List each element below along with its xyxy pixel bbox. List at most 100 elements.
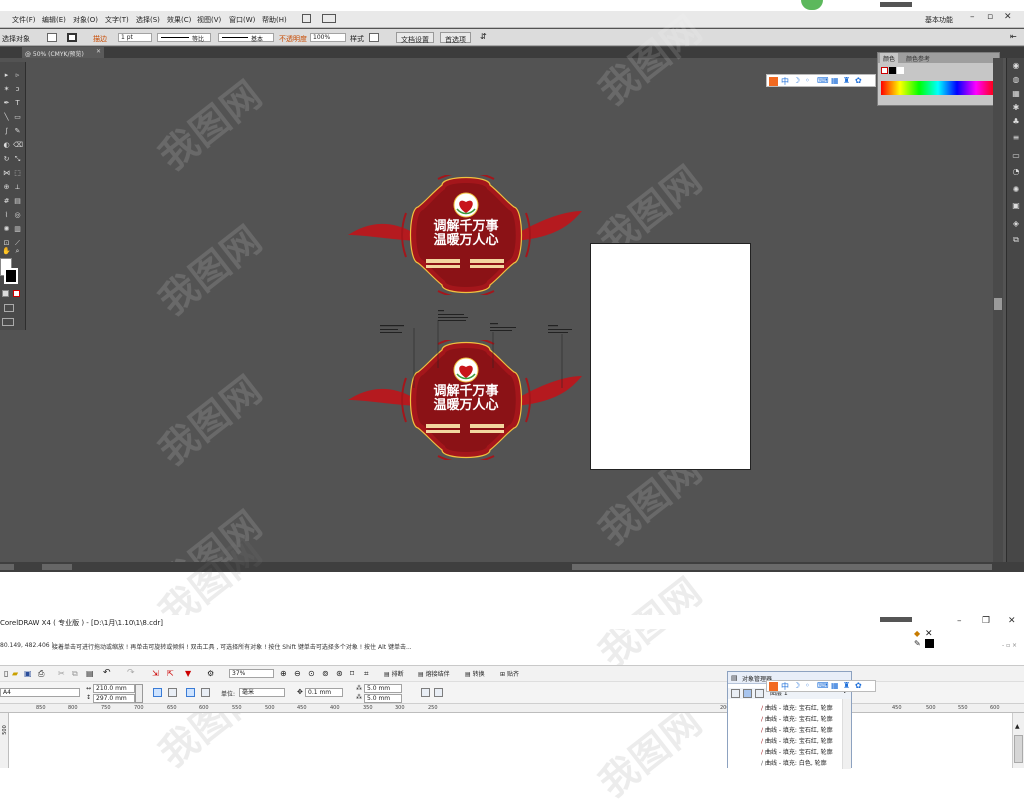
menu-edit[interactable]: 编辑(E) bbox=[42, 15, 66, 25]
page-height-input[interactable]: 297.0 mm bbox=[93, 694, 135, 703]
ime-keyboard-icon[interactable]: ⌨ bbox=[817, 76, 829, 85]
import-icon[interactable]: ⇲ bbox=[152, 669, 159, 678]
zoom-field[interactable] bbox=[0, 564, 14, 570]
all-pages-icon[interactable] bbox=[186, 688, 195, 697]
tab-color[interactable]: 颜色 bbox=[880, 53, 899, 63]
artboard-tool-icon[interactable]: ⊡ bbox=[2, 240, 11, 247]
blend-tool-icon[interactable]: ◎ bbox=[13, 212, 22, 219]
stroke-weight-input[interactable]: 1 pt bbox=[118, 33, 152, 42]
rectangle-tool-icon[interactable]: ▭ bbox=[13, 114, 22, 121]
magic-wand-icon[interactable]: ✶ bbox=[2, 86, 11, 93]
ime-shirt-icon[interactable]: ♜ bbox=[843, 681, 850, 690]
graphic-styles-icon[interactable]: ▣ bbox=[1011, 202, 1021, 210]
perspective-grid-icon[interactable]: ⟂ bbox=[13, 184, 22, 191]
screen-mode-icon[interactable] bbox=[2, 318, 14, 326]
appearance-icon[interactable]: ✺ bbox=[1011, 186, 1021, 194]
ime-grid-icon[interactable]: ▦ bbox=[831, 681, 839, 690]
list-item[interactable]: ∕ 曲线 - 填充: 宝石红, 轮廓 bbox=[761, 725, 833, 734]
list-item[interactable]: ∕ 曲线 - 填充: 宝石红, 轮廓 bbox=[761, 736, 833, 745]
black-swatch[interactable] bbox=[889, 67, 896, 74]
weld-button[interactable]: ▤ 熔接结伴 bbox=[418, 669, 450, 680]
export-icon[interactable]: ⇱ bbox=[167, 669, 174, 678]
ime-keyboard-icon[interactable]: ⌨ bbox=[817, 681, 829, 690]
style-swatch[interactable] bbox=[369, 33, 379, 42]
landscape-icon[interactable] bbox=[168, 688, 177, 697]
vertical-scrollbar[interactable] bbox=[993, 58, 1003, 568]
free-transform-icon[interactable]: ⬚ bbox=[13, 170, 22, 177]
horizontal-scrollbar[interactable] bbox=[572, 564, 992, 570]
hand-tool-icon[interactable]: ✋ bbox=[2, 248, 11, 255]
arrange-docs-icon[interactable] bbox=[322, 14, 336, 23]
layers-icon[interactable]: ◈ bbox=[1011, 220, 1021, 228]
hint-controls[interactable]: - ▫ × bbox=[1002, 642, 1017, 649]
ime-moon-icon[interactable]: ☽ bbox=[793, 681, 800, 690]
convert-button[interactable]: ▤ 转换 bbox=[465, 669, 485, 680]
color-panel-icon[interactable]: ◉ bbox=[1011, 62, 1021, 70]
symbols-icon[interactable]: ♣ bbox=[1011, 118, 1021, 126]
ime-grid-icon[interactable]: ▦ bbox=[831, 76, 839, 85]
scale-tool-icon[interactable]: ⤡ bbox=[13, 156, 22, 163]
ime-punct-icon[interactable]: ◦ bbox=[805, 76, 810, 85]
zoom-height-icon[interactable]: ⌗ bbox=[364, 669, 369, 679]
minimize-icon[interactable]: – bbox=[970, 12, 975, 22]
none-color-icon[interactable] bbox=[13, 290, 20, 297]
list-item[interactable]: ∕ 曲线 - 填充: 宝石红, 轮廓 bbox=[761, 703, 833, 712]
color-spectrum[interactable] bbox=[881, 81, 995, 95]
variable-width-profile[interactable]: 等比 bbox=[157, 33, 211, 43]
nudge-input[interactable]: 0.1 mm bbox=[305, 688, 343, 697]
symbol-sprayer-icon[interactable]: ✺ bbox=[2, 226, 11, 233]
copy-icon[interactable]: ⧉ bbox=[72, 669, 78, 679]
ime-shirt-icon[interactable]: ♜ bbox=[843, 76, 850, 85]
draw-mode-icon[interactable] bbox=[4, 304, 14, 312]
menu-help[interactable]: 帮助(H) bbox=[262, 15, 287, 25]
type-tool-icon[interactable]: T bbox=[13, 100, 22, 107]
menu-view[interactable]: 视图(V) bbox=[197, 15, 221, 25]
gradient-panel-icon[interactable]: ▭ bbox=[1011, 152, 1021, 160]
current-page-icon[interactable] bbox=[201, 688, 210, 697]
print-icon[interactable]: ⎙ bbox=[38, 669, 44, 679]
ime-settings-icon[interactable]: ✿ bbox=[855, 76, 862, 85]
blob-brush-icon[interactable]: ◐ bbox=[2, 142, 11, 149]
rotate-tool-icon[interactable]: ↻ bbox=[2, 156, 11, 163]
line-tool-icon[interactable]: ╲ bbox=[2, 114, 11, 121]
ime-chinese-icon[interactable]: 中 bbox=[781, 681, 789, 692]
menu-effect[interactable]: 效果(C) bbox=[167, 15, 191, 25]
artboards-icon[interactable]: ⧉ bbox=[1011, 236, 1021, 244]
page-frame-icon[interactable] bbox=[434, 688, 443, 697]
duplicate-x-input[interactable]: 5.0 mm bbox=[364, 684, 402, 693]
menu-file[interactable]: 文件(F) bbox=[12, 15, 36, 25]
list-item[interactable]: ∕ 曲线 - 填充: 宝石红, 轮廓 bbox=[761, 714, 833, 723]
menu-select[interactable]: 选择(S) bbox=[136, 15, 160, 25]
vertical-scrollbar[interactable]: ▲ bbox=[1012, 713, 1024, 768]
edit-across-layers-icon[interactable] bbox=[743, 689, 752, 698]
paste-icon[interactable]: ▤ bbox=[86, 669, 94, 678]
restore-icon[interactable]: ❐ bbox=[982, 616, 990, 626]
document-tab[interactable]: @ 50% (CMYK/预览) bbox=[22, 47, 104, 58]
layer-manager-icon[interactable] bbox=[755, 689, 764, 698]
zoom-out-icon[interactable]: ⊖ bbox=[294, 669, 301, 678]
eraser-tool-icon[interactable]: ⌫ bbox=[13, 142, 23, 149]
duplicate-y-input[interactable]: 5.0 mm bbox=[364, 694, 402, 703]
restore-icon[interactable]: ▫ bbox=[987, 12, 993, 22]
fill-swatch[interactable] bbox=[47, 33, 57, 42]
zoom-all-icon[interactable]: ⊚ bbox=[322, 669, 329, 678]
close-icon[interactable]: ✕ bbox=[1008, 616, 1016, 626]
selection-tool-icon[interactable]: ▸ bbox=[2, 72, 11, 79]
zoom-level-select[interactable]: 37% bbox=[229, 669, 274, 678]
white-swatch[interactable] bbox=[897, 67, 904, 74]
minimize-icon[interactable]: – bbox=[957, 616, 962, 626]
brush-definition[interactable]: 基本 bbox=[218, 33, 274, 43]
color-mode-icon[interactable] bbox=[2, 290, 9, 297]
zoom-width-icon[interactable]: ⌑ bbox=[350, 669, 354, 678]
document-setup-button[interactable]: 文档设置 bbox=[396, 32, 434, 44]
redo-icon[interactable]: ↷ bbox=[127, 668, 135, 678]
transparency-icon[interactable]: ◔ bbox=[1011, 168, 1021, 176]
arrange-button[interactable]: ▤ 排断 bbox=[384, 669, 404, 680]
bridge-icon[interactable] bbox=[302, 14, 311, 23]
column-graph-icon[interactable]: ▥ bbox=[13, 226, 22, 233]
pen-tool-icon[interactable]: ✒ bbox=[2, 100, 11, 107]
close-icon[interactable]: ✕ bbox=[1004, 12, 1012, 22]
portrait-icon[interactable] bbox=[153, 688, 162, 697]
unit-select[interactable]: 毫米 bbox=[239, 688, 285, 697]
ime-moon-icon[interactable]: ☽ bbox=[793, 76, 800, 85]
